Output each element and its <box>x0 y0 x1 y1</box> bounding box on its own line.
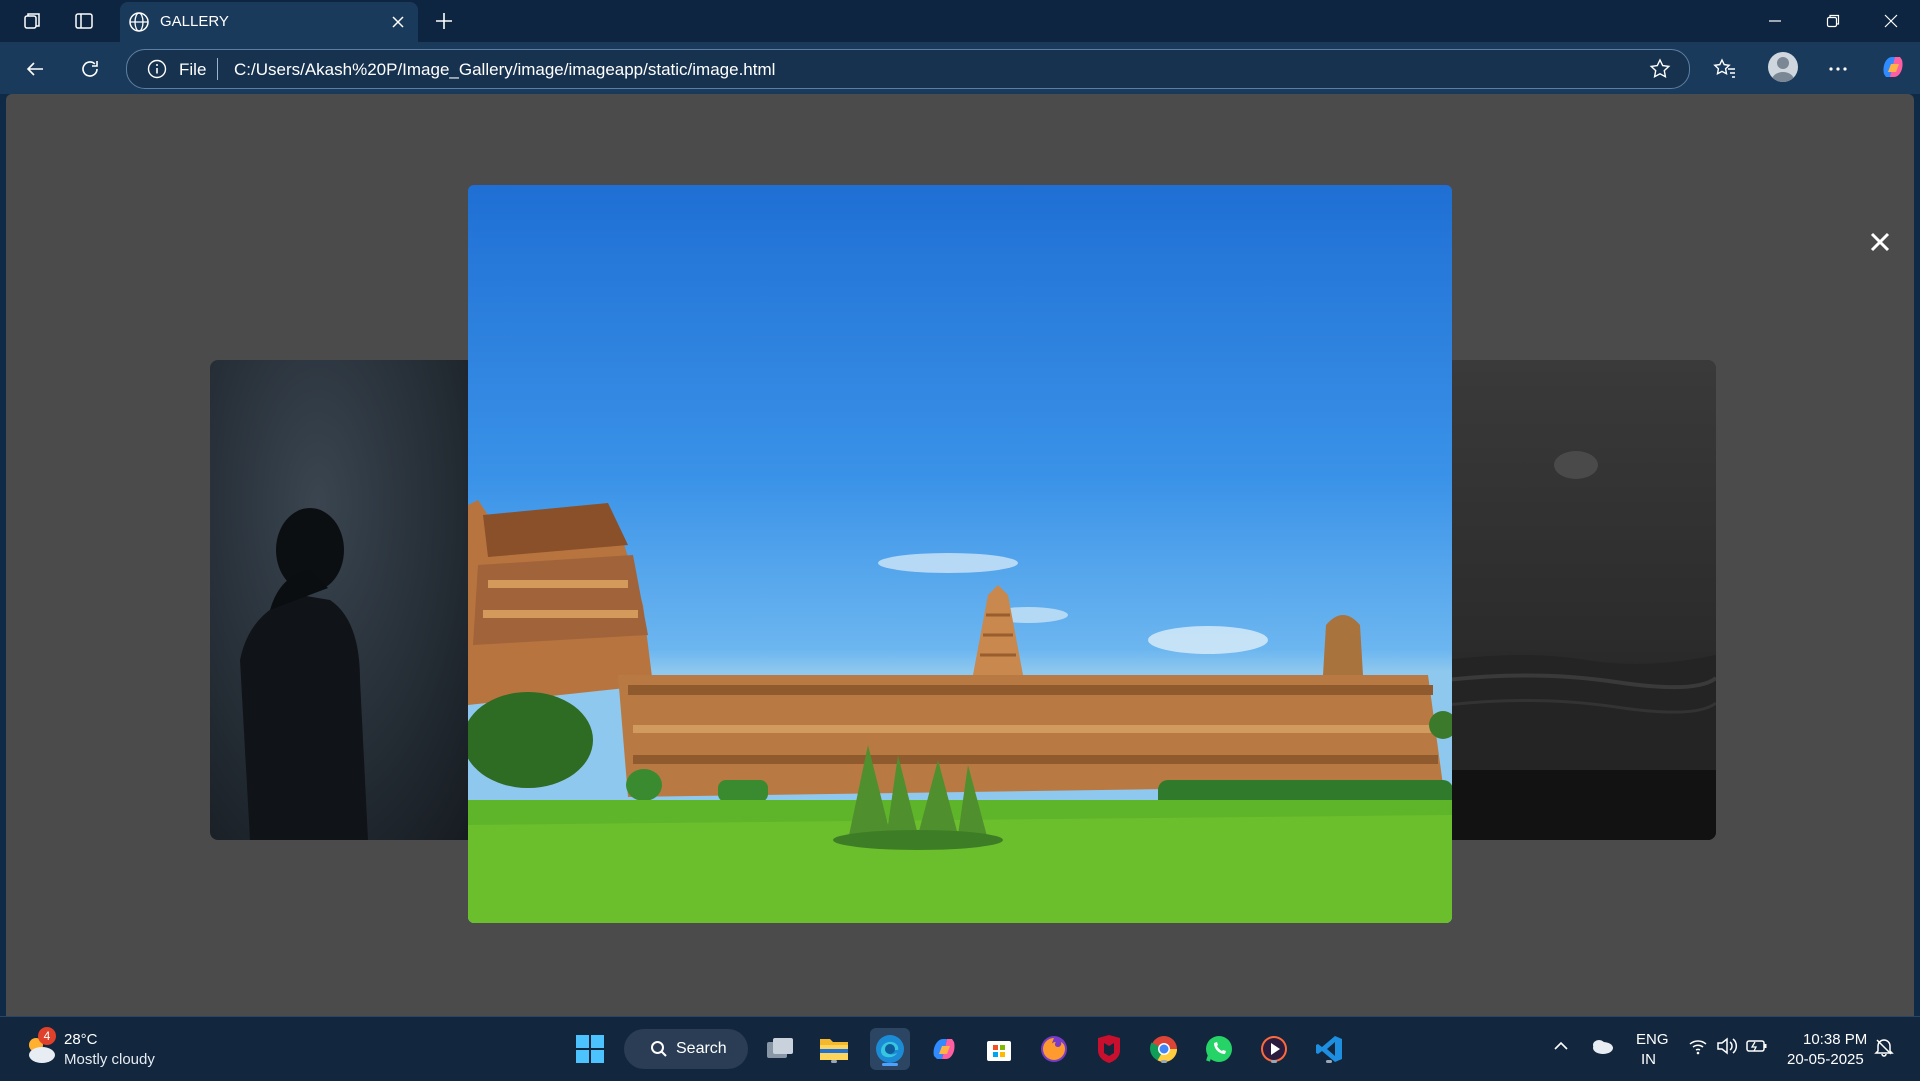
more-options-icon[interactable] <box>1823 54 1853 84</box>
volume-icon[interactable] <box>1716 1037 1738 1060</box>
clock-time[interactable]: 10:38 PM <box>1803 1031 1867 1048</box>
close-tab-icon[interactable] <box>388 12 408 32</box>
taskbar: 4 28°C Mostly cloudy Search ENG IN 10:38… <box>0 1016 1920 1081</box>
language-region[interactable]: IN <box>1641 1051 1656 1068</box>
address-separator <box>217 58 218 80</box>
battery-icon[interactable] <box>1746 1037 1768 1060</box>
active-indicator <box>882 1063 898 1066</box>
running-indicator <box>1161 1060 1167 1063</box>
restore-button[interactable] <box>1818 9 1848 33</box>
running-indicator <box>1271 1060 1277 1063</box>
address-bar[interactable]: File C:/Users/Akash%20P/Image_Gallery/im… <box>126 49 1690 89</box>
vscode-icon[interactable] <box>1311 1031 1347 1067</box>
next-image-preview[interactable] <box>1446 360 1716 840</box>
taskbar-search-label: Search <box>676 1040 727 1057</box>
favorite-star-icon[interactable] <box>1649 58 1671 85</box>
mcafee-icon[interactable] <box>1091 1031 1127 1067</box>
site-info-icon[interactable] <box>147 59 167 84</box>
windows-start-icon[interactable] <box>572 1031 608 1067</box>
weather-condition[interactable]: Mostly cloudy <box>64 1051 155 1068</box>
running-indicator <box>831 1060 837 1063</box>
notifications-bell-icon[interactable] <box>1874 1037 1894 1062</box>
weather-badge: 4 <box>38 1027 56 1045</box>
task-view-icon[interactable] <box>762 1031 798 1067</box>
wifi-icon[interactable] <box>1688 1037 1708 1060</box>
favorites-icon[interactable] <box>1710 54 1740 84</box>
title-bar: GALLERY <box>0 0 1920 42</box>
show-hidden-icons-chevron-icon[interactable] <box>1552 1037 1570 1060</box>
previous-image-preview[interactable] <box>210 360 480 840</box>
weather-temperature[interactable]: 28°C <box>64 1031 98 1048</box>
minimize-button[interactable] <box>1760 9 1790 33</box>
profile-avatar[interactable] <box>1768 52 1798 82</box>
clock-date[interactable]: 20-05-2025 <box>1787 1051 1864 1068</box>
running-indicator <box>1326 1060 1332 1063</box>
refresh-button[interactable] <box>75 54 105 84</box>
tab-actions-icon[interactable] <box>72 9 96 33</box>
browser-toolbar: File C:/Users/Akash%20P/Image_Gallery/im… <box>0 42 1920 94</box>
address-url[interactable]: C:/Users/Akash%20P/Image_Gallery/image/i… <box>234 60 775 80</box>
microsoft-store-icon[interactable] <box>981 1031 1017 1067</box>
file-explorer-icon[interactable] <box>816 1031 852 1067</box>
copilot-app-icon[interactable] <box>926 1031 962 1067</box>
new-tab-button[interactable] <box>432 9 456 33</box>
whatsapp-icon[interactable] <box>1201 1031 1237 1067</box>
media-player-icon[interactable] <box>1256 1031 1292 1067</box>
language-indicator[interactable]: ENG <box>1636 1031 1669 1048</box>
workspaces-icon[interactable] <box>20 9 44 33</box>
tab-gallery[interactable]: GALLERY <box>120 2 418 42</box>
back-button[interactable] <box>20 54 50 84</box>
firefox-icon[interactable] <box>1036 1031 1072 1067</box>
onedrive-cloud-icon[interactable] <box>1590 1037 1614 1060</box>
close-window-button[interactable] <box>1876 9 1906 33</box>
edge-icon[interactable] <box>870 1028 910 1070</box>
address-scheme: File <box>179 60 207 79</box>
globe-icon <box>128 11 150 38</box>
taskbar-search[interactable]: Search <box>624 1029 748 1069</box>
search-icon <box>651 1041 667 1057</box>
main-gallery-image <box>468 185 1452 923</box>
tab-title: GALLERY <box>160 13 229 30</box>
gallery-viewport <box>6 94 1914 1016</box>
copilot-icon[interactable] <box>1878 52 1908 82</box>
close-lightbox-icon[interactable] <box>1864 226 1896 258</box>
chrome-icon[interactable] <box>1146 1031 1182 1067</box>
